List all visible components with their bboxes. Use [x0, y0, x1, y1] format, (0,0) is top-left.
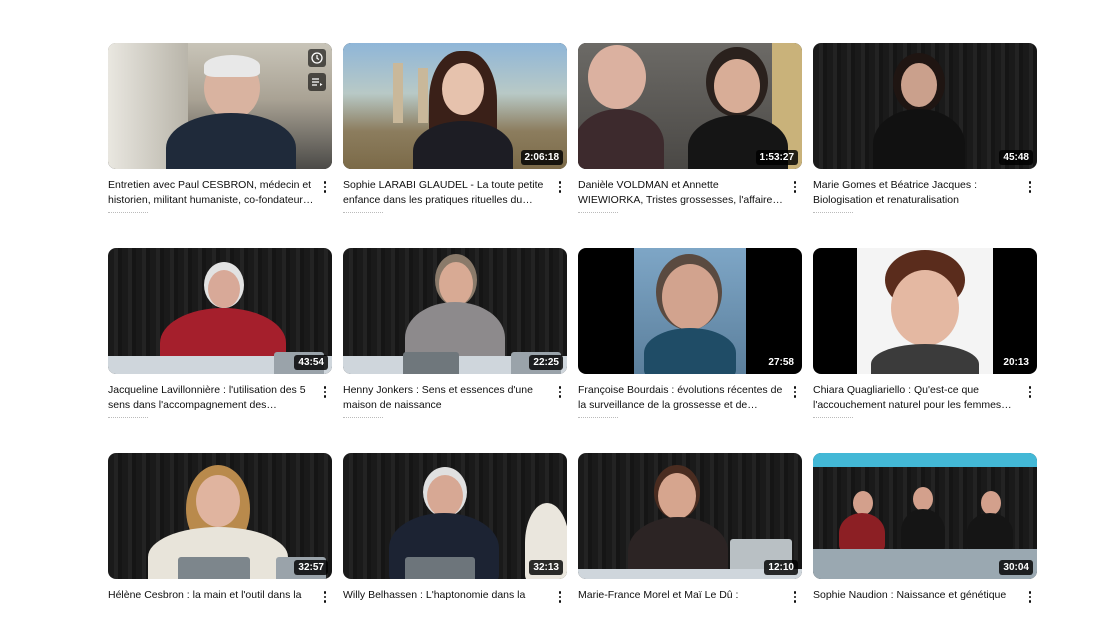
video-metadata — [343, 212, 383, 219]
video-metadata — [343, 417, 383, 424]
video-duration: 1:53:27 — [755, 150, 798, 165]
video-title[interactable]: Françoise Bourdais : évolutions récentes… — [578, 383, 784, 413]
video-title[interactable]: Willy Belhassen : L'haptonomie dans la — [343, 588, 549, 606]
video-thumbnail[interactable]: 1:53:27 — [578, 43, 802, 169]
video-card[interactable]: 2:06:18 Sophie LARABI GLAUDEL - La toute… — [343, 43, 567, 248]
video-thumbnail[interactable]: 45:48 — [813, 43, 1037, 169]
video-metadata — [108, 212, 148, 219]
video-duration: 30:04 — [999, 560, 1033, 575]
video-duration: 43:54 — [294, 355, 328, 370]
video-thumbnail[interactable]: 43:54 — [108, 248, 332, 374]
video-duration: 27:58 — [764, 355, 798, 370]
video-card[interactable]: 32:13 Willy Belhassen : L'haptonomie dan… — [343, 453, 567, 623]
video-title[interactable]: Chiara Quagliariello : Qu'est-ce que l'a… — [813, 383, 1019, 413]
video-card[interactable]: 1:53:27 Danièle VOLDMAN et Annette WIEWI… — [578, 43, 802, 248]
video-card[interactable]: 45:48 Marie Gomes et Béatrice Jacques : … — [813, 43, 1037, 248]
video-card[interactable]: 32:57 Hélène Cesbron : la main et l'outi… — [108, 453, 332, 623]
video-thumbnail[interactable]: 32:57 — [108, 453, 332, 579]
more-vert-icon[interactable] — [553, 588, 567, 606]
more-vert-icon[interactable] — [788, 178, 802, 196]
video-card[interactable]: 43:54 Jacqueline Lavillonnière : l'utili… — [108, 248, 332, 453]
video-grid-row: 32:57 Hélène Cesbron : la main et l'outi… — [108, 453, 1037, 623]
more-vert-icon[interactable] — [1023, 178, 1037, 196]
video-card[interactable]: 22:25 Henny Jonkers : Sens et essences d… — [343, 248, 567, 453]
video-title[interactable]: Danièle VOLDMAN et Annette WIEWIORKA, Tr… — [578, 178, 784, 208]
video-card[interactable]: 12:10 Marie-France Morel et Maï Le Dû : — [578, 453, 802, 623]
video-title[interactable]: Entretien avec Paul CESBRON, médecin et … — [108, 178, 314, 208]
video-card[interactable]: 30:04 Sophie Naudion : Naissance et géné… — [813, 453, 1037, 623]
video-thumbnail[interactable] — [108, 43, 332, 169]
video-card[interactable]: 27:58 Françoise Bourdais : évolutions ré… — [578, 248, 802, 453]
video-title[interactable]: Henny Jonkers : Sens et essences d'une m… — [343, 383, 549, 413]
more-vert-icon[interactable] — [318, 588, 332, 606]
video-thumbnail[interactable]: 20:13 — [813, 248, 1037, 374]
video-grid: Entretien avec Paul CESBRON, médecin et … — [108, 43, 1037, 453]
video-title[interactable]: Jacqueline Lavillonnière : l'utilisation… — [108, 383, 314, 413]
video-duration: 32:13 — [529, 560, 563, 575]
video-duration: 22:25 — [529, 355, 563, 370]
video-thumbnail[interactable]: 32:13 — [343, 453, 567, 579]
video-duration: 45:48 — [999, 150, 1033, 165]
video-title[interactable]: Marie Gomes et Béatrice Jacques : Biolog… — [813, 178, 1019, 208]
video-metadata — [578, 417, 618, 424]
video-thumbnail[interactable]: 22:25 — [343, 248, 567, 374]
video-thumbnail[interactable]: 2:06:18 — [343, 43, 567, 169]
video-title[interactable]: Sophie LARABI GLAUDEL - La toute petite … — [343, 178, 549, 208]
more-vert-icon[interactable] — [1023, 383, 1037, 401]
video-title[interactable]: Sophie Naudion : Naissance et génétique — [813, 588, 1019, 606]
more-vert-icon[interactable] — [553, 383, 567, 401]
clock-icon[interactable] — [308, 49, 326, 67]
video-duration: 32:57 — [294, 560, 328, 575]
more-vert-icon[interactable] — [788, 383, 802, 401]
video-metadata — [108, 417, 148, 424]
video-thumbnail[interactable]: 27:58 — [578, 248, 802, 374]
video-card[interactable]: 20:13 Chiara Quagliariello : Qu'est-ce q… — [813, 248, 1037, 453]
queue-icon[interactable] — [308, 73, 326, 91]
video-card[interactable]: Entretien avec Paul CESBRON, médecin et … — [108, 43, 332, 248]
more-vert-icon[interactable] — [788, 588, 802, 606]
video-title[interactable]: Hélène Cesbron : la main et l'outil dans… — [108, 588, 314, 606]
video-duration: 12:10 — [764, 560, 798, 575]
video-duration: 2:06:18 — [520, 150, 563, 165]
more-vert-icon[interactable] — [553, 178, 567, 196]
video-title[interactable]: Marie-France Morel et Maï Le Dû : — [578, 588, 784, 606]
more-vert-icon[interactable] — [1023, 588, 1037, 606]
video-thumbnail[interactable]: 12:10 — [578, 453, 802, 579]
video-metadata — [578, 212, 618, 219]
video-thumbnail[interactable]: 30:04 — [813, 453, 1037, 579]
more-vert-icon[interactable] — [318, 383, 332, 401]
more-vert-icon[interactable] — [318, 178, 332, 196]
video-duration: 20:13 — [999, 355, 1033, 370]
video-metadata — [813, 212, 853, 219]
video-metadata — [813, 417, 853, 424]
